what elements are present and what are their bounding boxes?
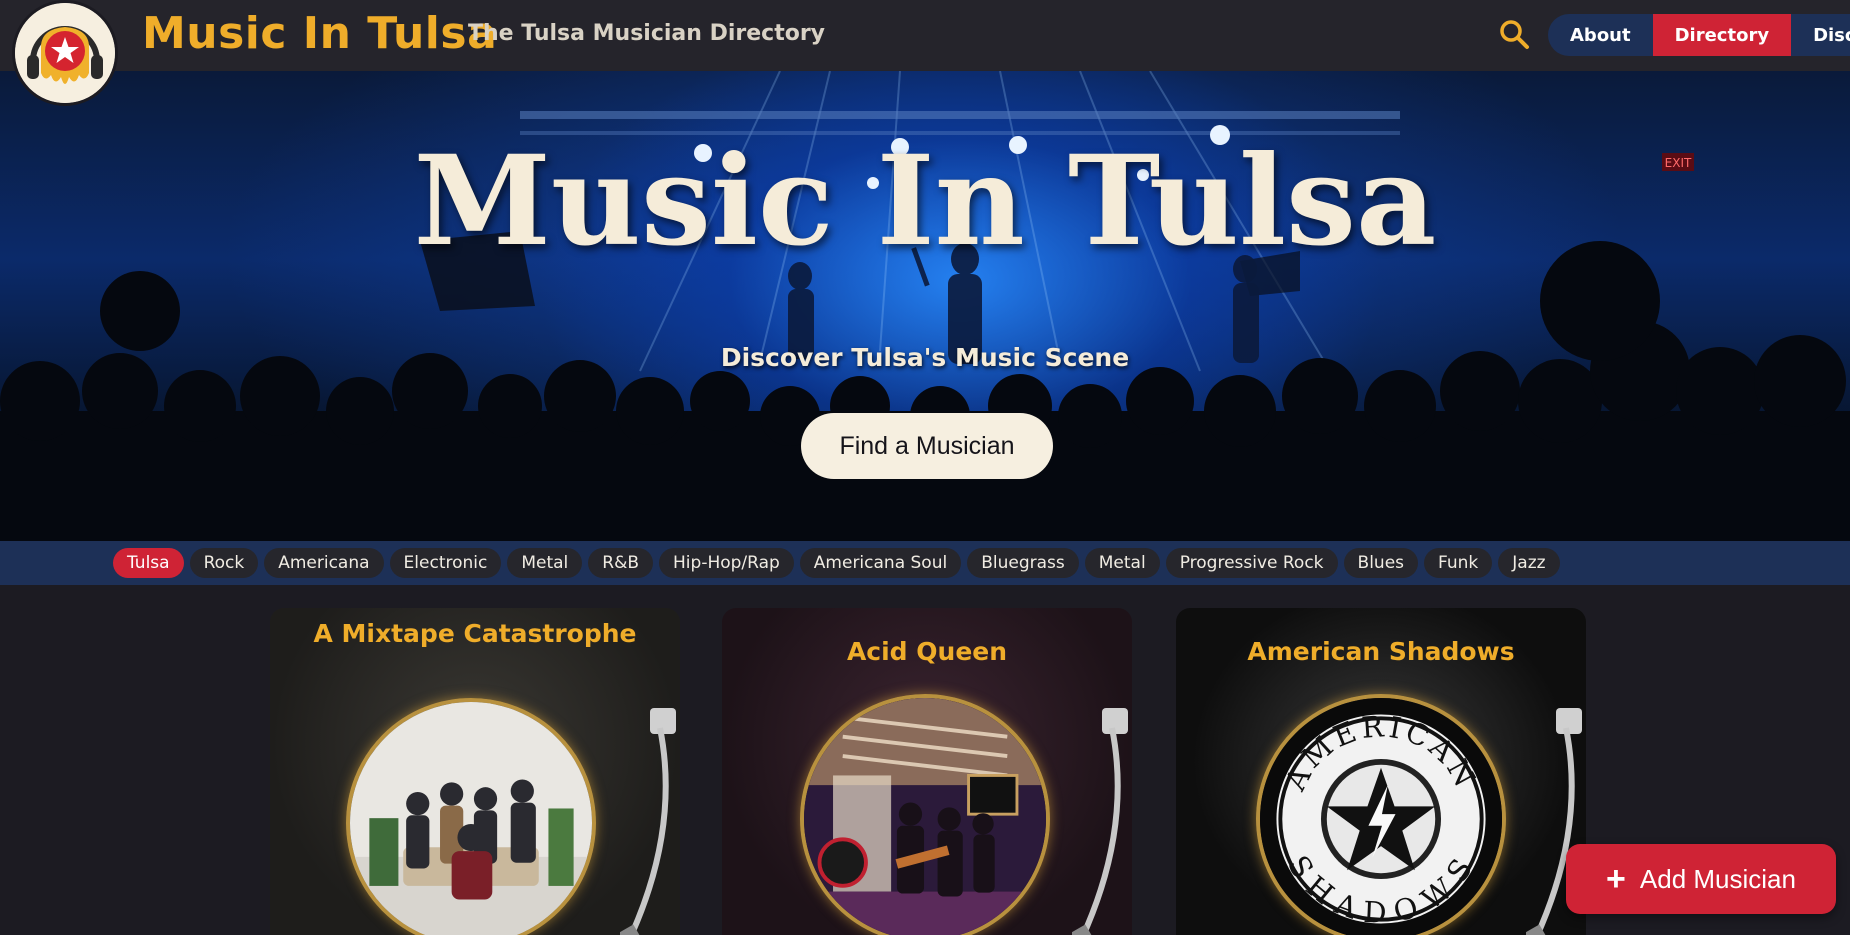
nav-discover[interactable]: Discover — [1791, 14, 1850, 56]
musician-name: Acid Queen — [846, 637, 1008, 666]
musician-photo — [800, 694, 1050, 935]
genre-chip-progressive-rock[interactable]: Progressive Rock — [1165, 548, 1338, 578]
genre-chip-funk[interactable]: Funk — [1424, 548, 1493, 578]
genre-chip-metal[interactable]: Metal — [507, 548, 583, 578]
genre-chip-hip-hop-rap[interactable]: Hip-Hop/Rap — [659, 548, 794, 578]
musician-card[interactable]: American Shadows AMERICAN SHADOWS — [1176, 608, 1586, 935]
genre-chip-jazz[interactable]: Jazz — [1498, 548, 1560, 578]
genre-chip-americana-soul[interactable]: Americana Soul — [799, 548, 962, 578]
plus-icon: + — [1606, 860, 1626, 898]
nav-about[interactable]: About — [1548, 14, 1653, 56]
genre-chip-metal-2[interactable]: Metal — [1084, 548, 1160, 578]
genre-chip-rnb[interactable]: R&B — [588, 548, 654, 578]
main-nav: About Directory Discover — [1548, 14, 1850, 56]
headphones-logo-icon — [15, 3, 115, 103]
genre-chip-electronic[interactable]: Electronic — [389, 548, 502, 578]
genre-chip-rock[interactable]: Rock — [189, 548, 259, 578]
musician-card[interactable]: A Mixtape Catastrophe — [270, 608, 680, 935]
site-header: Music In Tulsa The Tulsa Musician Direct… — [0, 0, 1850, 106]
add-musician-label: Add Musician — [1639, 863, 1796, 894]
genre-chip-blues[interactable]: Blues — [1343, 548, 1419, 578]
genre-chip-bluegrass[interactable]: Bluegrass — [967, 548, 1079, 578]
musician-card[interactable]: Acid Queen — [722, 608, 1132, 935]
site-tagline: The Tulsa Musician Directory — [468, 21, 826, 46]
nav-directory[interactable]: Directory — [1652, 14, 1792, 56]
tonearm-icon — [1072, 708, 1128, 935]
musician-name: American Shadows — [1247, 637, 1515, 666]
hero-banner: EXIT Music In Tulsa Discover Tulsa's Mus… — [0, 71, 1850, 541]
musician-name: A Mixtape Catastrophe — [313, 619, 637, 648]
genre-chip-tulsa[interactable]: Tulsa — [113, 548, 184, 578]
hero-subtitle: Discover Tulsa's Music Scene — [720, 343, 1130, 372]
genre-chip-americana[interactable]: Americana — [264, 548, 384, 578]
musician-logo: AMERICAN SHADOWS — [1256, 694, 1506, 935]
site-title[interactable]: Music In Tulsa — [142, 8, 497, 59]
site-logo[interactable] — [12, 0, 118, 106]
hero-title: Music In Tulsa — [413, 129, 1437, 274]
tonearm-icon — [620, 708, 676, 935]
musician-photo — [346, 698, 596, 935]
genre-list: Tulsa Rock Americana Electronic Metal R&… — [113, 548, 1560, 578]
search-icon[interactable] — [1498, 18, 1530, 50]
add-musician-button[interactable]: + Add Musician — [1566, 844, 1836, 914]
find-musician-button[interactable]: Find a Musician — [801, 413, 1053, 479]
genre-filter-bar: Tulsa Rock Americana Electronic Metal R&… — [0, 541, 1850, 585]
